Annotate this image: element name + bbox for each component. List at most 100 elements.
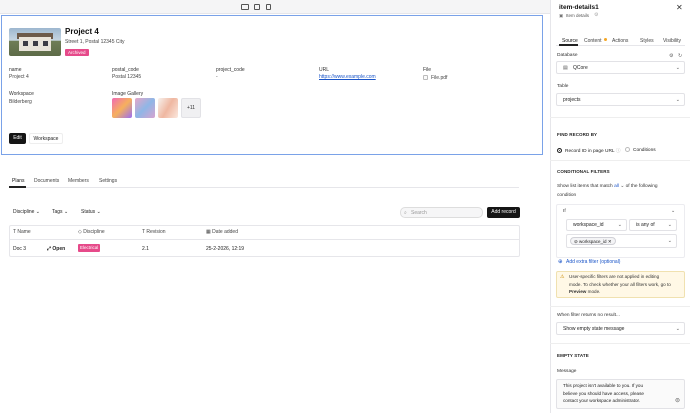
- close-icon[interactable]: ✕: [676, 3, 683, 12]
- file-attachment[interactable]: File.pdf: [423, 75, 447, 81]
- tab-settings[interactable]: Settings: [99, 178, 117, 184]
- tablet-icon[interactable]: [254, 4, 260, 10]
- gallery-more-button[interactable]: +11: [181, 98, 201, 118]
- chevron-down-icon: ⌄: [667, 238, 672, 244]
- radio-record-id[interactable]: Record ID in page URL ⓘ: [557, 147, 621, 154]
- divider: [550, 160, 690, 161]
- match-text: of the following: [625, 184, 658, 189]
- column-header-revision[interactable]: T Revision: [142, 229, 166, 235]
- column-header-label: Discipline: [83, 229, 105, 235]
- panel-tab-actions[interactable]: Actions: [612, 38, 628, 44]
- empty-state-heading: EMPTY STATE: [557, 353, 589, 358]
- expand-icon: ⤢: [47, 246, 52, 252]
- column-header-date[interactable]: ▦ Date added: [206, 229, 238, 235]
- warning-mode-text: mode.: [586, 289, 601, 294]
- table-select[interactable]: projects ⌄: [556, 93, 685, 106]
- panel-tab-content[interactable]: Content: [584, 38, 602, 44]
- condition-value-input[interactable]: ⊘ workspace_id ✕ ⌄: [566, 234, 677, 248]
- tab-active-indicator: [9, 186, 26, 188]
- field-value-name: Project 4: [9, 74, 29, 80]
- chevron-down-icon: ⌄: [35, 209, 40, 215]
- panel-tab-styles[interactable]: Styles: [640, 38, 654, 44]
- field-label-name: name: [9, 67, 22, 73]
- project-thumbnail: [9, 28, 61, 56]
- tags-filter[interactable]: Tags ⌄: [48, 206, 72, 218]
- condition-value-label: workspace_id: [579, 239, 607, 244]
- no-result-value: Show empty state message: [563, 326, 625, 332]
- info-icon: ⓘ: [615, 149, 621, 154]
- tab-documents[interactable]: Documents: [34, 178, 59, 184]
- status-filter[interactable]: Status ⌄: [77, 206, 105, 218]
- panel-tab-visibility[interactable]: Visibility: [663, 38, 681, 44]
- chevron-down-icon: ⌄: [667, 222, 672, 228]
- plus-icon: ⊕: [558, 259, 563, 265]
- gallery-image[interactable]: [158, 98, 178, 118]
- chevron-down-icon[interactable]: ⌄: [671, 208, 675, 214]
- database-label: Database: [557, 53, 578, 58]
- discipline-filter[interactable]: Discipline ⌄: [9, 206, 44, 218]
- warning-line: Preview mode.: [569, 288, 671, 296]
- tag-icon: ◇: [78, 229, 82, 235]
- tab-plans[interactable]: Plans: [12, 178, 25, 184]
- settings-icon[interactable]: ⚙: [669, 53, 673, 59]
- search-icon: ⌕: [404, 210, 407, 216]
- workspace-button[interactable]: Workspace: [29, 133, 63, 144]
- condition-operator-select[interactable]: is any of ⌄: [629, 219, 677, 231]
- column-header-discipline[interactable]: ◇ Discipline: [78, 229, 105, 235]
- warning-text: User-specific filters are not applied in…: [569, 273, 671, 296]
- column-header-name[interactable]: T Name: [13, 229, 31, 235]
- mobile-icon[interactable]: [266, 4, 271, 10]
- database-select[interactable]: ▤ QCore ⌄: [556, 61, 685, 74]
- field-value-workspace: Bilderberg: [9, 99, 32, 105]
- address-text: Street 1, Postal 12345 City: [65, 39, 125, 45]
- field-value-postal: Postal 12345: [112, 74, 142, 80]
- open-label: Open: [52, 246, 66, 252]
- radio-record-id-label: Record ID in page URL: [565, 149, 615, 154]
- match-text: Show list items that match: [557, 184, 613, 189]
- cell-revision: 2.1: [142, 246, 149, 252]
- condition-field-select[interactable]: workspace_id ⌄: [566, 219, 627, 231]
- close-icon[interactable]: ✕: [608, 239, 612, 244]
- desktop-icon[interactable]: [241, 4, 249, 10]
- discipline-badge: Electrical: [78, 244, 101, 252]
- field-label-postal: postal_code: [112, 67, 139, 73]
- gallery-image[interactable]: [135, 98, 155, 118]
- selected-component-frame[interactable]: [1, 15, 543, 155]
- column-header-label: Name: [17, 229, 31, 235]
- database-value: QCore: [573, 65, 588, 71]
- status-filter-label: Status: [81, 209, 96, 215]
- chevron-down-icon: ⌄: [675, 326, 680, 332]
- chevron-down-icon: ⌄: [675, 65, 680, 71]
- settings-icon[interactable]: ⚙: [594, 12, 598, 18]
- text-icon: T: [142, 229, 145, 235]
- field-label-project-code: project_code: [216, 67, 245, 73]
- open-record-button[interactable]: ⤢ Open: [47, 246, 65, 252]
- file-icon: [423, 75, 428, 81]
- message-label: Message: [557, 369, 577, 374]
- cell-date: 25-2-2026, 12:19: [206, 246, 245, 252]
- warning-icon: ⚠: [560, 274, 565, 280]
- chevron-down-icon: ⌄: [675, 97, 680, 103]
- radio-conditions[interactable]: Conditions: [625, 147, 656, 153]
- match-condition-text: condition: [557, 193, 577, 198]
- database-icon: ▤: [563, 65, 568, 71]
- discipline-filter-label: Discipline: [13, 209, 35, 215]
- panel-tab-active-indicator: [559, 44, 578, 46]
- no-result-select[interactable]: Show empty state message ⌄: [556, 322, 685, 335]
- refresh-icon[interactable]: ↻: [678, 53, 682, 59]
- file-name: File.pdf: [431, 75, 448, 81]
- url-link[interactable]: https://www.example.com: [319, 74, 376, 80]
- divider: [550, 117, 690, 118]
- message-line: This project isn't available to you. If …: [563, 383, 644, 388]
- add-extra-filter-link[interactable]: Add extra filter (optional): [566, 259, 620, 265]
- edit-button[interactable]: Edit: [9, 133, 26, 144]
- add-record-button[interactable]: Add record: [487, 207, 520, 218]
- divider: [550, 306, 690, 307]
- table-value: projects: [563, 97, 581, 103]
- page-title: Project 4: [65, 27, 99, 36]
- chevron-down-icon: ⌄: [618, 184, 626, 189]
- variable-icon[interactable]: ⊜: [675, 397, 680, 404]
- gallery-image[interactable]: [112, 98, 132, 118]
- tab-members[interactable]: Members: [68, 178, 89, 184]
- search-input[interactable]: ⌕ Search: [400, 207, 483, 218]
